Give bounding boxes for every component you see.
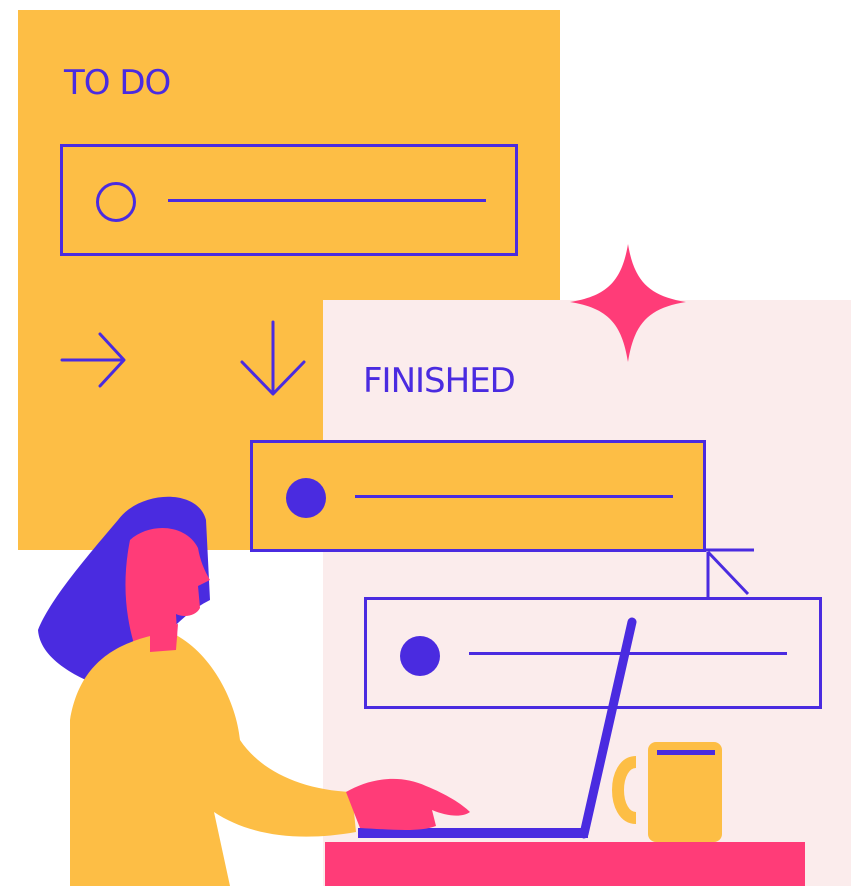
mug-icon: [612, 742, 722, 842]
desk: [325, 842, 805, 886]
person-illustration: [38, 496, 470, 886]
illustration-foreground: [38, 496, 805, 886]
cursor-icon: [706, 548, 754, 598]
